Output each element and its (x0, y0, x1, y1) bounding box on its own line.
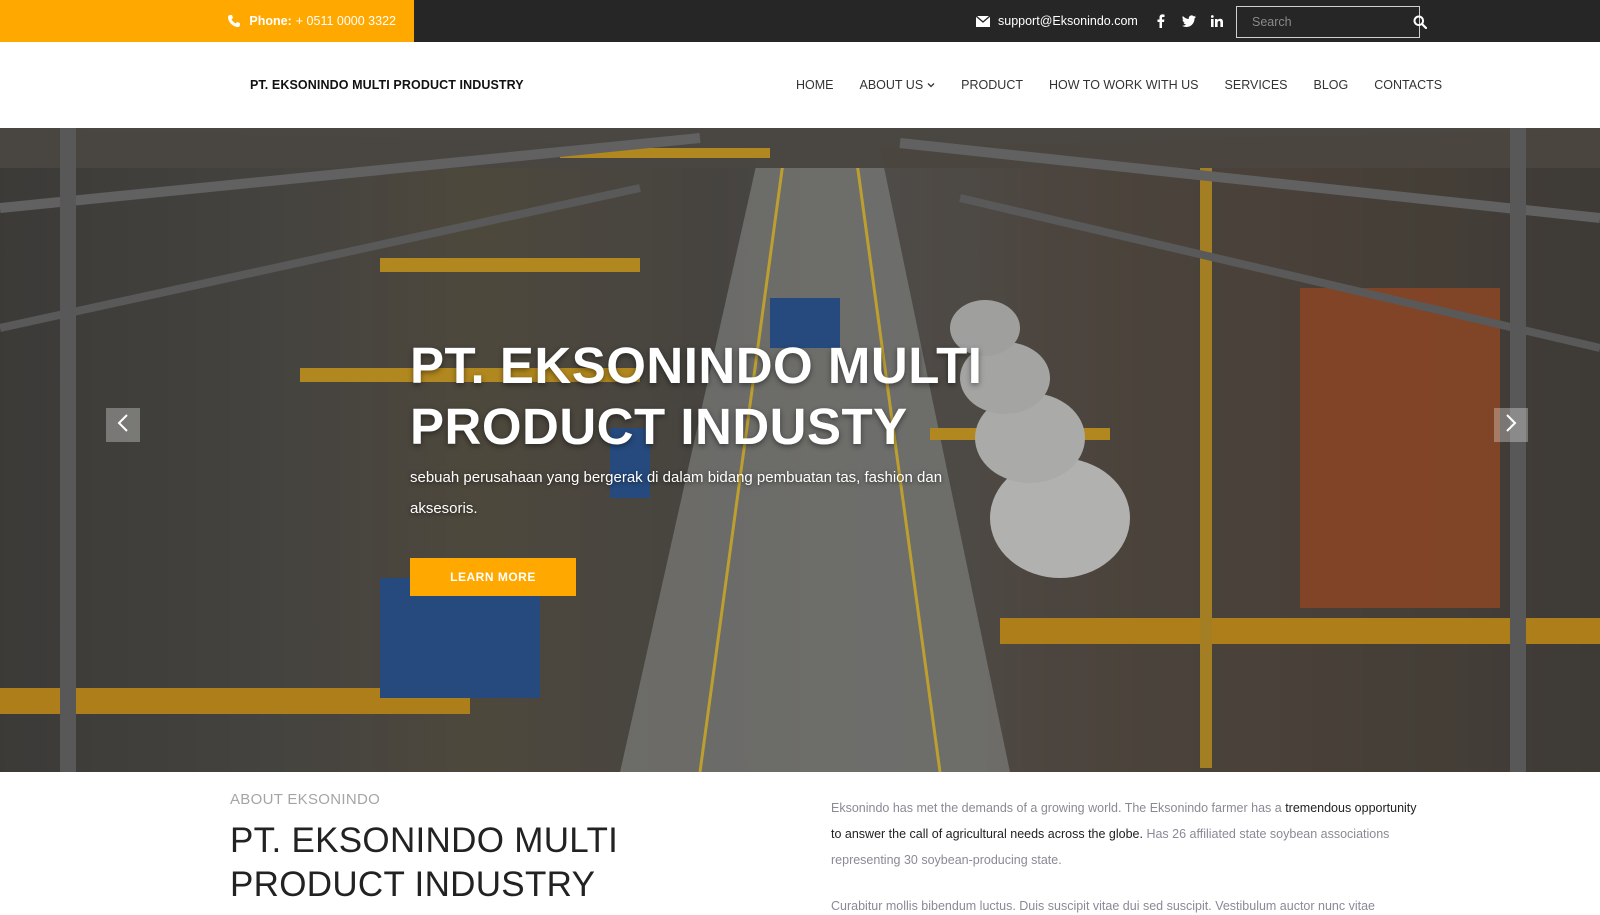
nav-item-how-to-work-with-us[interactable]: HOW TO WORK WITH US (1049, 78, 1199, 92)
about-p1-part1: Eksonindo has met the demands of a growi… (831, 801, 1286, 815)
twitter-icon[interactable] (1182, 14, 1196, 28)
nav-item-product[interactable]: PRODUCT (961, 78, 1023, 92)
hero-title-line2: PRODUCT INDUSTY (410, 398, 908, 455)
top-bar: Phone: + 0511 0000 3322 support@Eksonind… (0, 0, 1600, 42)
hero-title-line1: PT. EKSONINDO MULTI (410, 337, 983, 394)
hero-subtitle: sebuah perusahaan yang bergerak di dalam… (410, 469, 943, 517)
about-title-line1: PT. EKSONINDO MULTI (230, 821, 619, 860)
nav-item-label: ABOUT US (859, 78, 924, 92)
learn-more-button[interactable]: LEARN MORE (410, 558, 576, 596)
about-title-line2: PRODUCT INDUSTRY (230, 865, 596, 904)
phone-contact[interactable]: Phone: + 0511 0000 3322 (0, 0, 414, 42)
chevron-down-icon (927, 81, 935, 89)
nav-item-label: BLOG (1313, 78, 1349, 92)
search-icon[interactable] (1413, 7, 1427, 37)
nav-item-label: SERVICES (1224, 78, 1288, 92)
nav-item-label: HOW TO WORK WITH US (1048, 78, 1199, 92)
social-links (1154, 0, 1224, 42)
about-paragraph-2: Curabitur mollis bibendum luctus. Duis s… (831, 899, 1376, 913)
nav-item-blog[interactable]: BLOG (1314, 78, 1349, 92)
slider-prev-button[interactable] (106, 408, 140, 442)
brand-logo[interactable]: PT. EKSONINDO MULTI PRODUCT INDUSTRY (250, 42, 524, 128)
slider-next-button[interactable] (1494, 408, 1528, 442)
about-section-label: ABOUT EKSONINDO (230, 791, 381, 808)
nav-item-services[interactable]: SERVICES (1225, 78, 1288, 92)
hero-title: PT. EKSONINDO MULTI PRODUCT INDUSTY (410, 335, 1010, 457)
nav-item-about-us[interactable]: ABOUT US (860, 78, 936, 92)
mail-icon (976, 15, 990, 27)
main-nav: HOME ABOUT US PRODUCT HOW TO WORK WITH U… (796, 42, 1442, 128)
chevron-right-icon (1505, 413, 1517, 438)
phone-icon (227, 14, 241, 28)
nav-item-label: CONTACTS (1374, 78, 1443, 92)
email-address: support@Eksonindo.com (998, 14, 1138, 28)
hero-slider: PT. EKSONINDO MULTI PRODUCT INDUSTY sebu… (0, 128, 1600, 772)
email-contact[interactable]: support@Eksonindo.com (976, 0, 1138, 42)
nav-item-home[interactable]: HOME (796, 78, 834, 92)
nav-item-label: PRODUCT (961, 78, 1023, 92)
about-paragraph-1: Eksonindo has met the demands of a growi… (831, 795, 1421, 873)
search-box (1236, 6, 1427, 38)
nav-item-label: HOME (796, 78, 834, 92)
nav-item-contacts[interactable]: CONTACTS (1374, 78, 1442, 92)
search-input[interactable] (1237, 7, 1413, 37)
about-title: PT. EKSONINDO MULTI PRODUCT INDUSTRY (230, 819, 690, 907)
phone-number: + 0511 0000 3322 (295, 14, 396, 28)
linkedin-icon[interactable] (1210, 14, 1224, 28)
facebook-icon[interactable] (1154, 14, 1168, 28)
phone-label: Phone: (249, 14, 292, 28)
main-navbar: PT. EKSONINDO MULTI PRODUCT INDUSTRY HOM… (0, 42, 1600, 128)
chevron-left-icon (117, 413, 129, 438)
